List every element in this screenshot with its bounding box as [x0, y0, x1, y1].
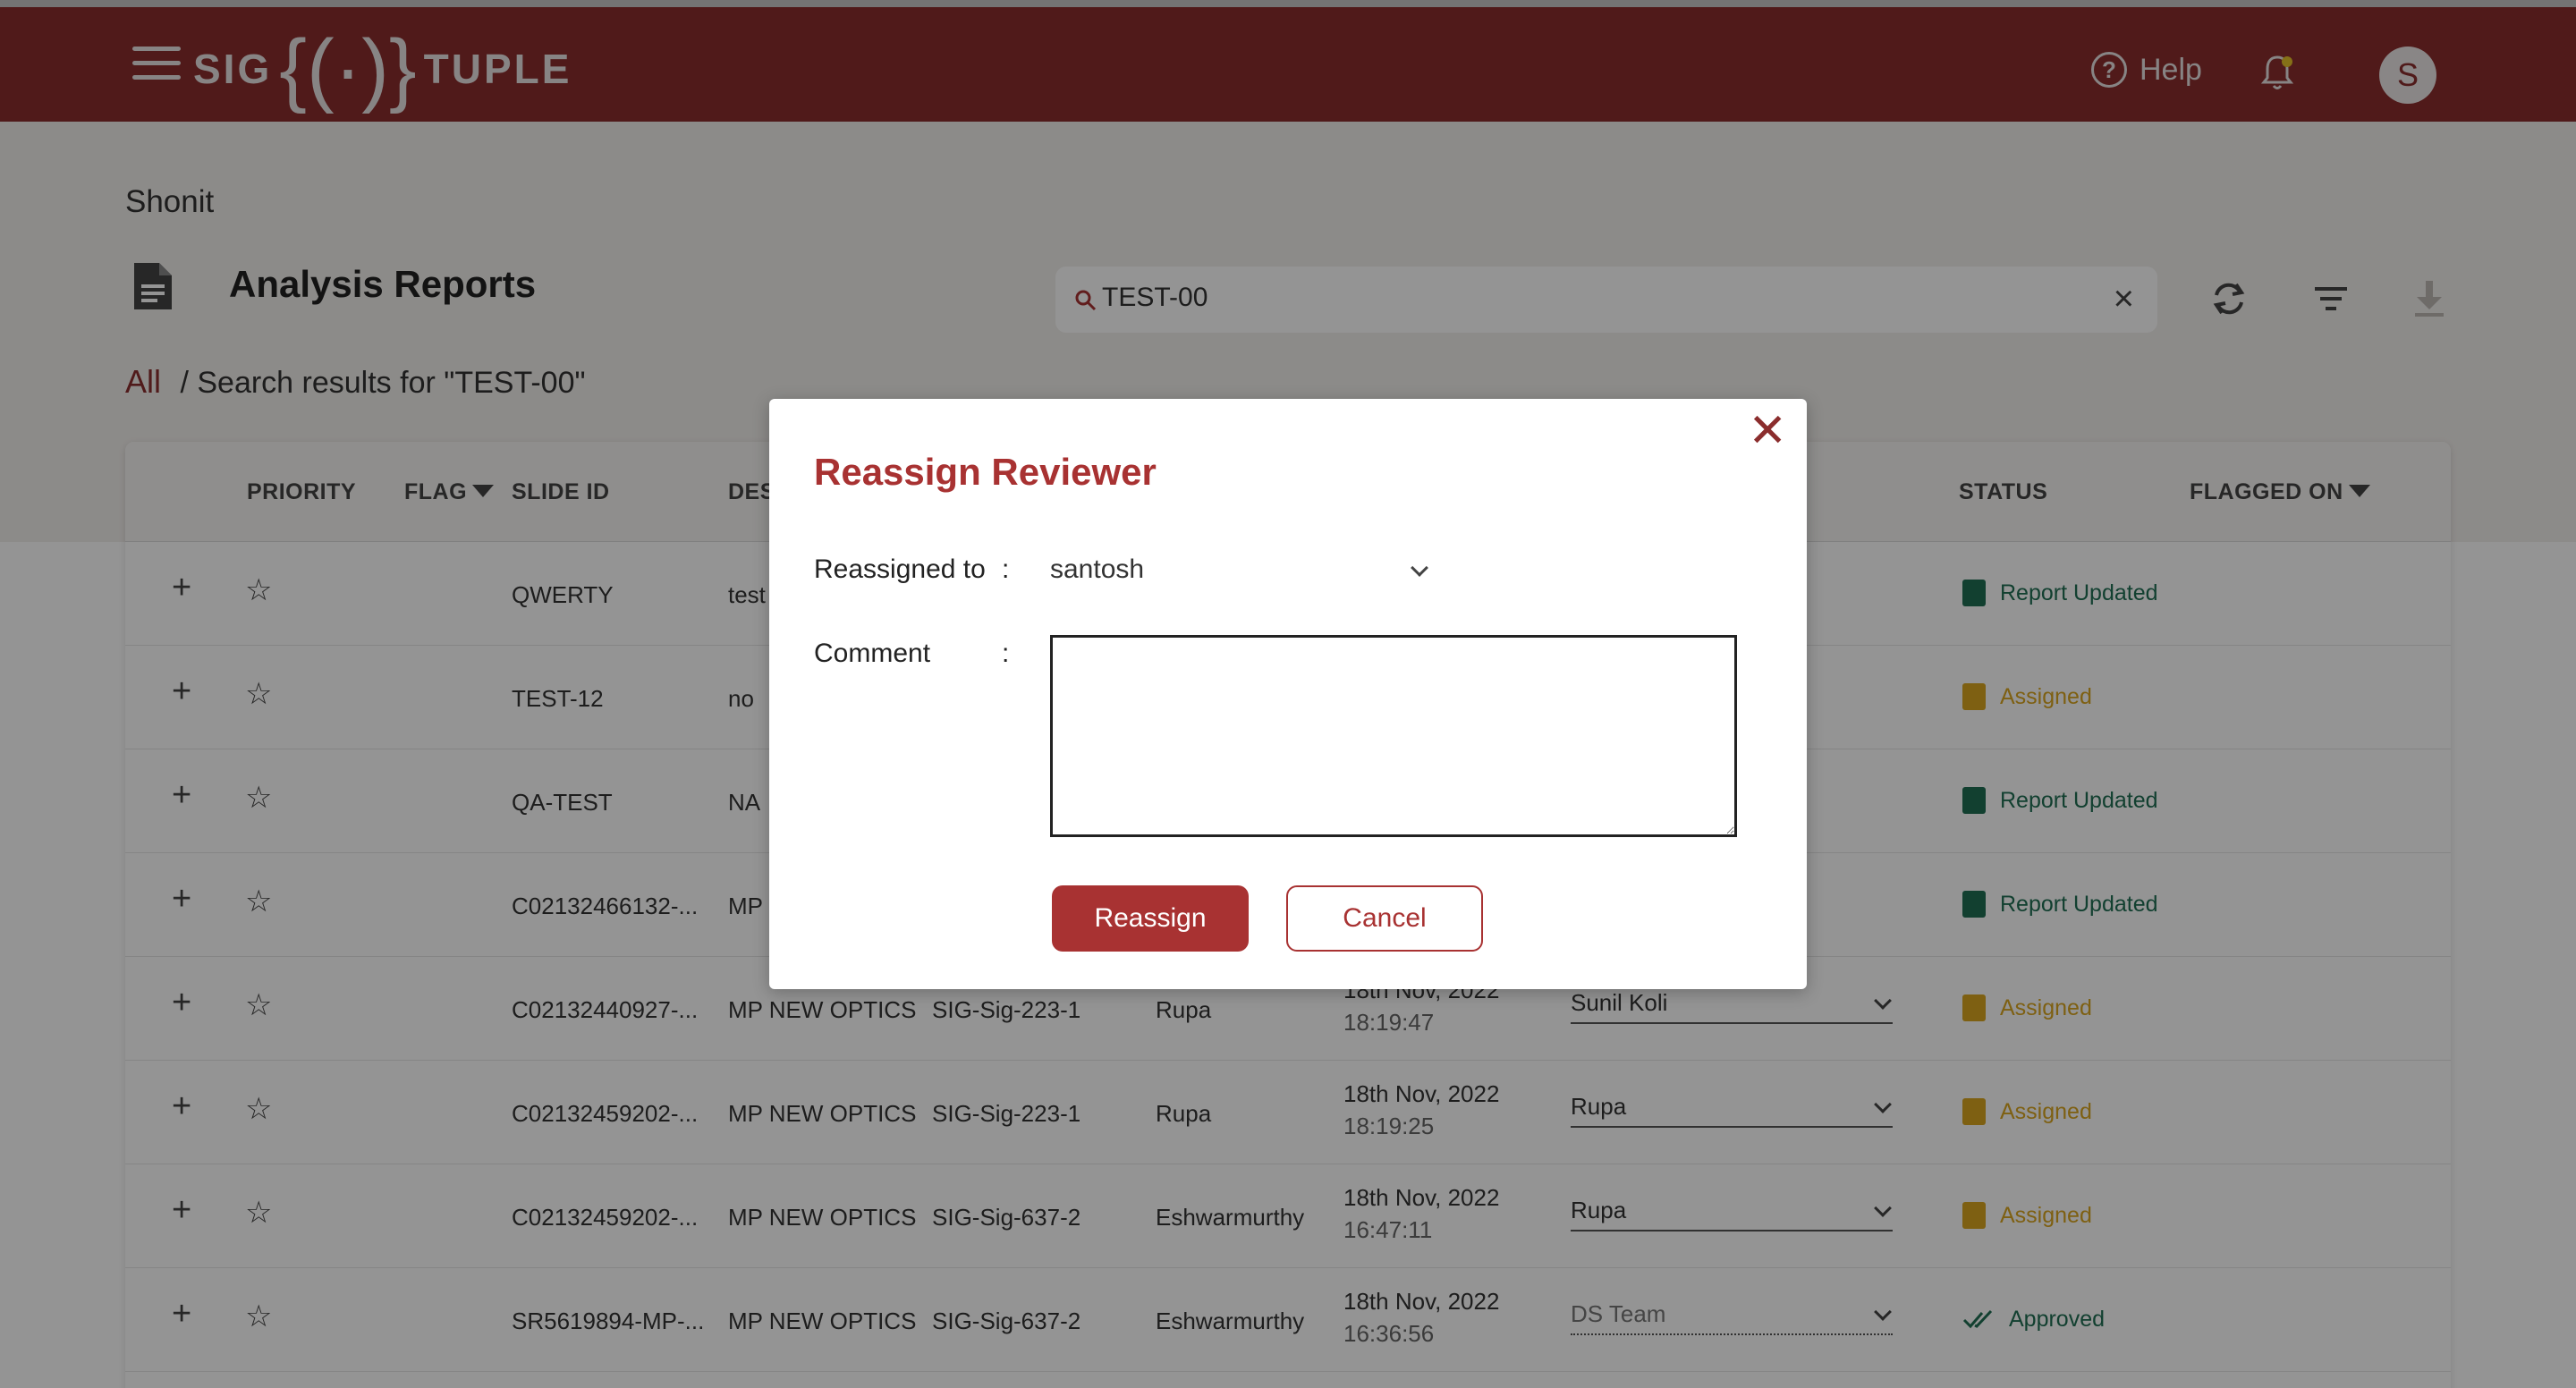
- comment-label: Comment: [814, 639, 931, 668]
- reviewer-dropdown[interactable]: santosh: [1050, 554, 1435, 596]
- close-icon[interactable]: ✕: [1748, 408, 1787, 454]
- comment-textarea[interactable]: [1050, 635, 1737, 837]
- reassigned-to-label: Reassigned to: [814, 554, 986, 584]
- dialog-title: Reassign Reviewer: [814, 451, 1157, 493]
- reassign-reviewer-dialog: ✕ Reassign Reviewer Reassigned to : sant…: [769, 399, 1807, 989]
- colon: :: [1002, 554, 1010, 584]
- colon: :: [1002, 639, 1010, 668]
- reassign-button[interactable]: Reassign: [1052, 885, 1249, 952]
- cancel-button[interactable]: Cancel: [1286, 885, 1483, 952]
- chevron-down-icon: [1411, 559, 1428, 577]
